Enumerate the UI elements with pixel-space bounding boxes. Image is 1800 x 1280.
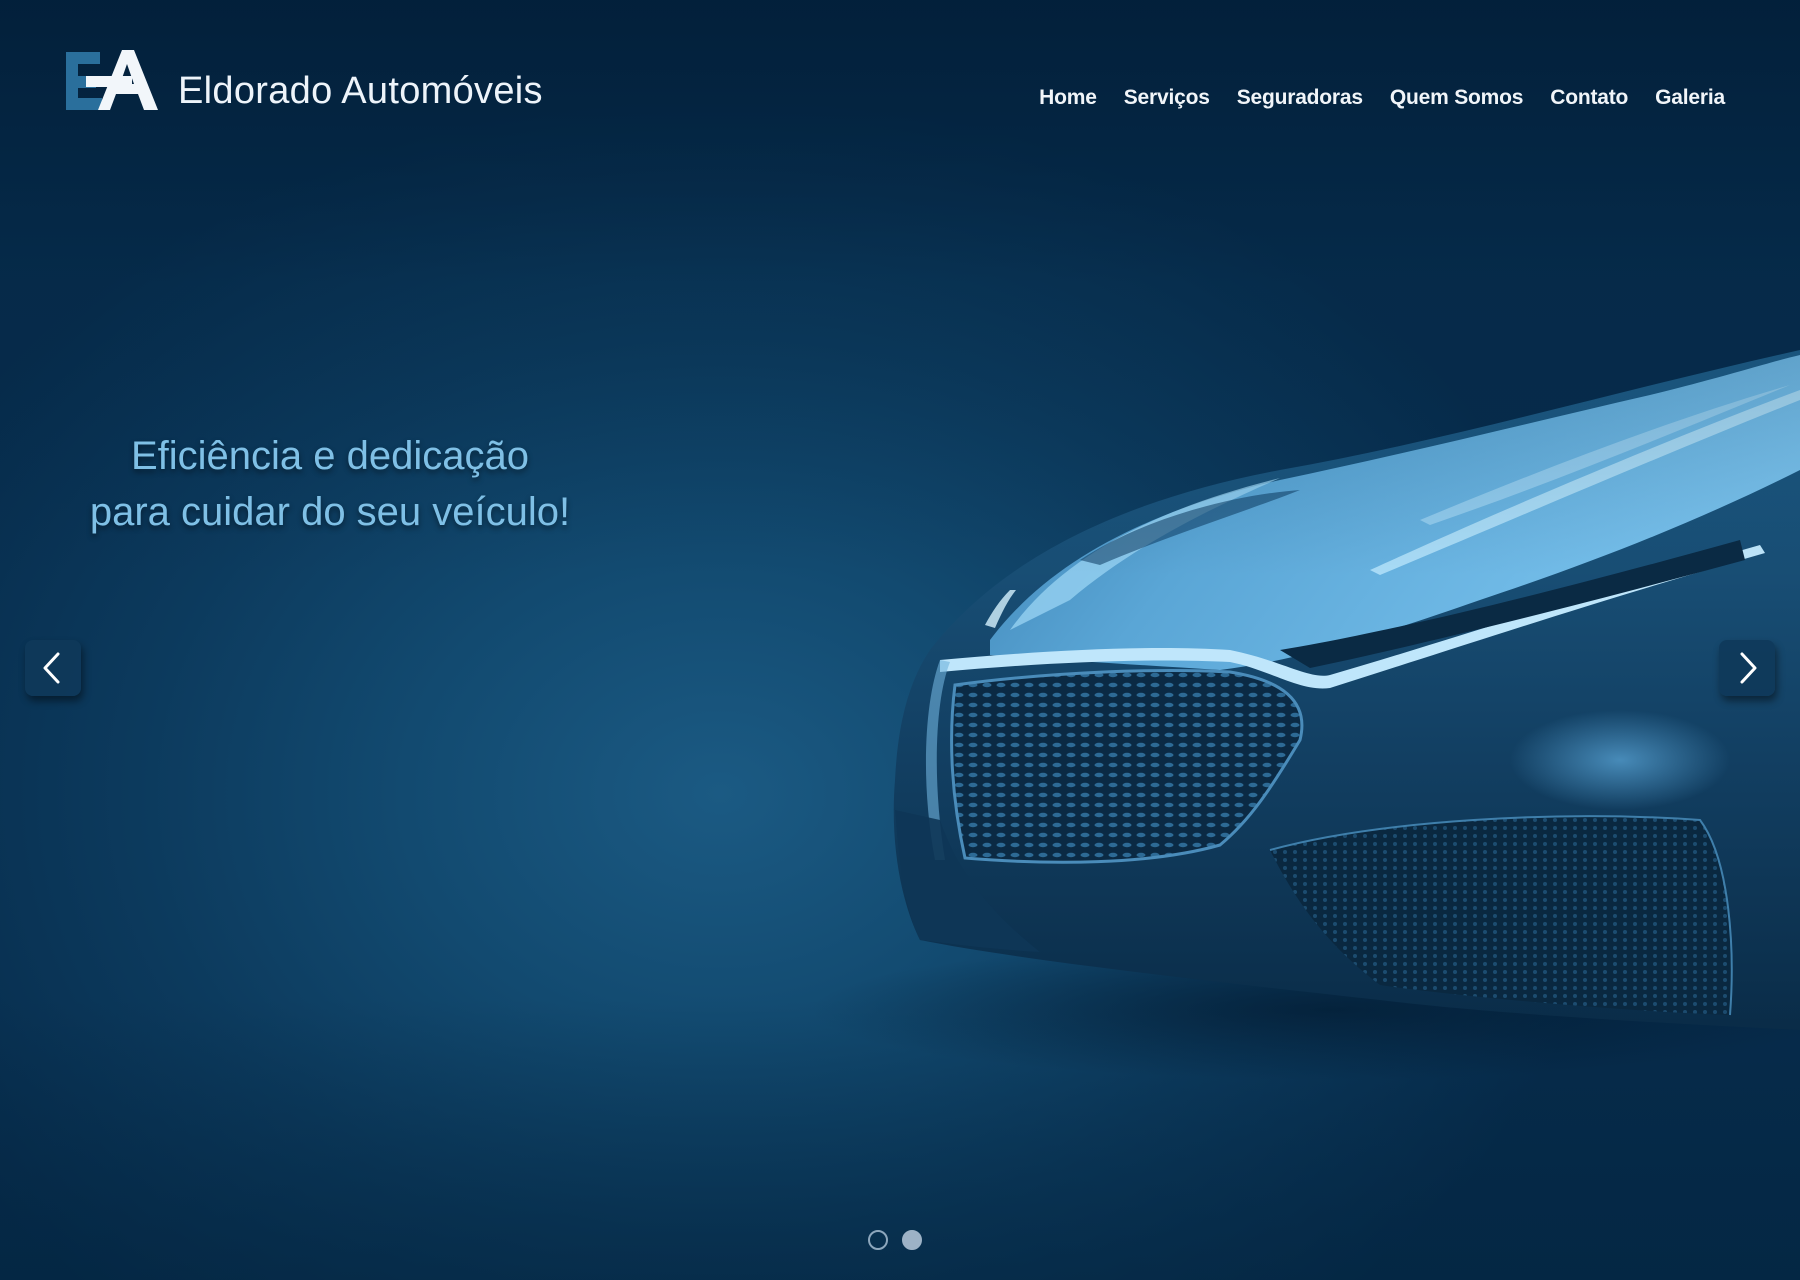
nav-quem-somos[interactable]: Quem Somos	[1390, 86, 1524, 110]
nav-seguradoras[interactable]: Seguradoras	[1237, 86, 1363, 110]
ea-logo[interactable]	[60, 46, 162, 116]
hero-carousel	[0, 0, 1800, 1280]
carousel-dot-2[interactable]	[902, 1230, 922, 1250]
tagline-line-2: para cuidar do seu veículo!	[89, 490, 571, 534]
brand-name[interactable]: Eldorado Automóveis	[178, 70, 543, 113]
carousel-next-button[interactable]	[1719, 640, 1775, 696]
carousel-indicators	[868, 1230, 922, 1250]
chevron-right-icon	[1740, 652, 1757, 684]
carousel-dot-1[interactable]	[868, 1230, 888, 1250]
nav-contato[interactable]: Contato	[1550, 86, 1628, 110]
chevron-left-icon	[43, 652, 60, 684]
carousel-prev-button[interactable]	[25, 640, 81, 696]
hero-tagline: Eficiência e dedicação para cuidar do se…	[60, 428, 600, 540]
tagline-line-1: Eficiência e dedicação	[130, 434, 530, 478]
nav-galeria[interactable]: Galeria	[1655, 86, 1725, 110]
nav-servicos[interactable]: Serviços	[1124, 86, 1210, 110]
nav-home[interactable]: Home	[1039, 86, 1097, 110]
hero-overlay	[0, 0, 1800, 1280]
site-header: Eldorado Automóveis Home Serviços Segura…	[0, 0, 1800, 160]
main-nav: Home Serviços Seguradoras Quem Somos Con…	[1039, 86, 1725, 110]
